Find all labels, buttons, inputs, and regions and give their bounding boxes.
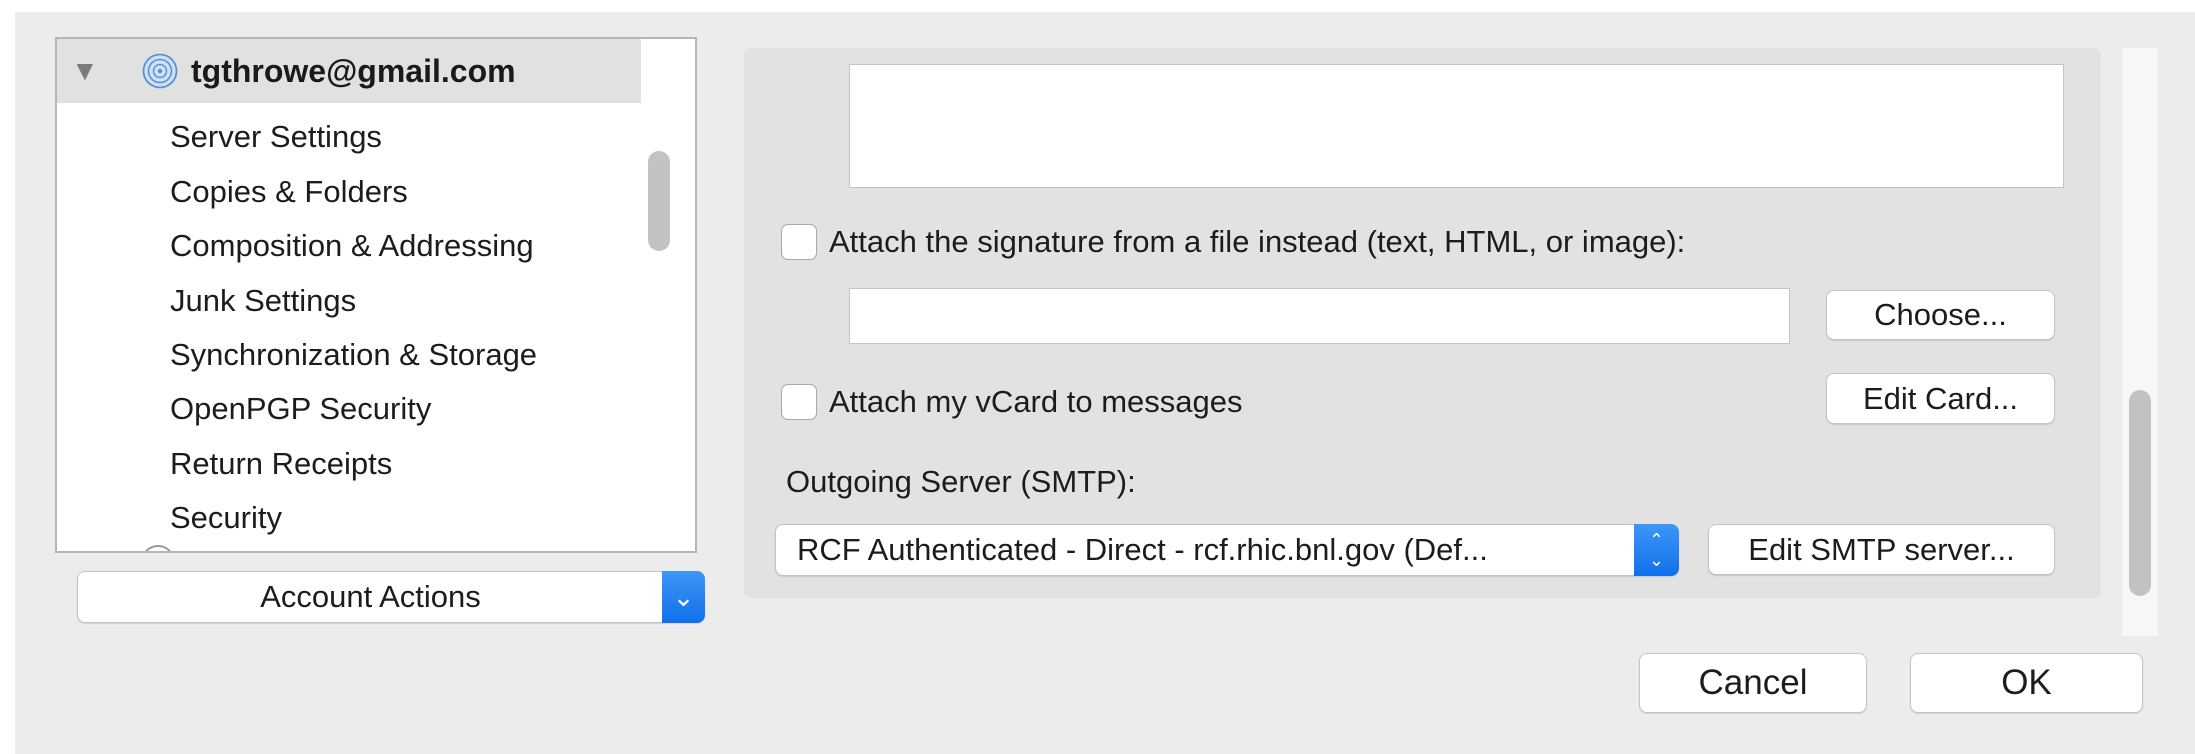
globe-account-icon [142,53,178,89]
smtp-server-selected: RCF Authenticated - Direct - rcf.rhic.bn… [797,532,1488,567]
account-actions-label: Account Actions [260,579,481,614]
identity-settings-panel: Attach the signature from a file instead… [744,48,2101,598]
settings-scrollbar[interactable] [2122,48,2158,636]
tree-item-return-receipts[interactable]: Return Receipts [170,444,392,484]
attach-vcard-label[interactable]: Attach my vCard to messages [829,382,1243,422]
account-actions-button[interactable]: Account Actions ⌄ [77,571,705,623]
signature-textarea[interactable] [849,64,2064,188]
triangle-down-icon[interactable]: ▼ [71,57,99,85]
edit-card-button[interactable]: Edit Card... [1826,373,2055,424]
account-tree[interactable]: ▼ tgthrowe@gmail.com Server Settings Cop… [55,37,697,553]
settings-scrollbar-thumb[interactable] [2129,390,2151,596]
tree-item-openpgp-security[interactable]: OpenPGP Security [170,389,431,429]
smtp-server-select[interactable]: RCF Authenticated - Direct - rcf.rhic.bn… [775,524,1679,576]
tree-item-synchronization-storage[interactable]: Synchronization & Storage [170,335,537,375]
updown-arrows-icon[interactable]: ⌃ ⌄ [1634,524,1679,576]
tree-item-composition-addressing[interactable]: Composition & Addressing [170,226,534,266]
edit-smtp-server-button[interactable]: Edit SMTP server... [1708,524,2055,575]
tree-item-server-settings[interactable]: Server Settings [170,117,382,157]
tree-item-copies-folders[interactable]: Copies & Folders [170,172,408,212]
ok-button[interactable]: OK [1910,653,2143,713]
cancel-button[interactable]: Cancel [1639,653,1867,713]
attach-signature-file-label[interactable]: Attach the signature from a file instead… [829,222,1685,262]
signature-file-path-field[interactable] [849,288,1790,344]
tree-item-junk-settings[interactable]: Junk Settings [170,281,356,321]
account-name[interactable]: tgthrowe@gmail.com [191,51,516,91]
attach-vcard-checkbox[interactable] [781,384,817,420]
tree-scrollbar-thumb[interactable] [648,151,670,251]
partial-account-icon [141,545,175,551]
choose-file-button[interactable]: Choose... [1826,290,2055,340]
outgoing-server-label: Outgoing Server (SMTP): [786,464,1136,499]
tree-item-security[interactable]: Security [170,498,282,538]
chevron-down-icon[interactable]: ⌄ [662,571,705,623]
attach-signature-file-checkbox[interactable] [781,224,817,260]
account-row[interactable]: ▼ tgthrowe@gmail.com [57,39,641,103]
